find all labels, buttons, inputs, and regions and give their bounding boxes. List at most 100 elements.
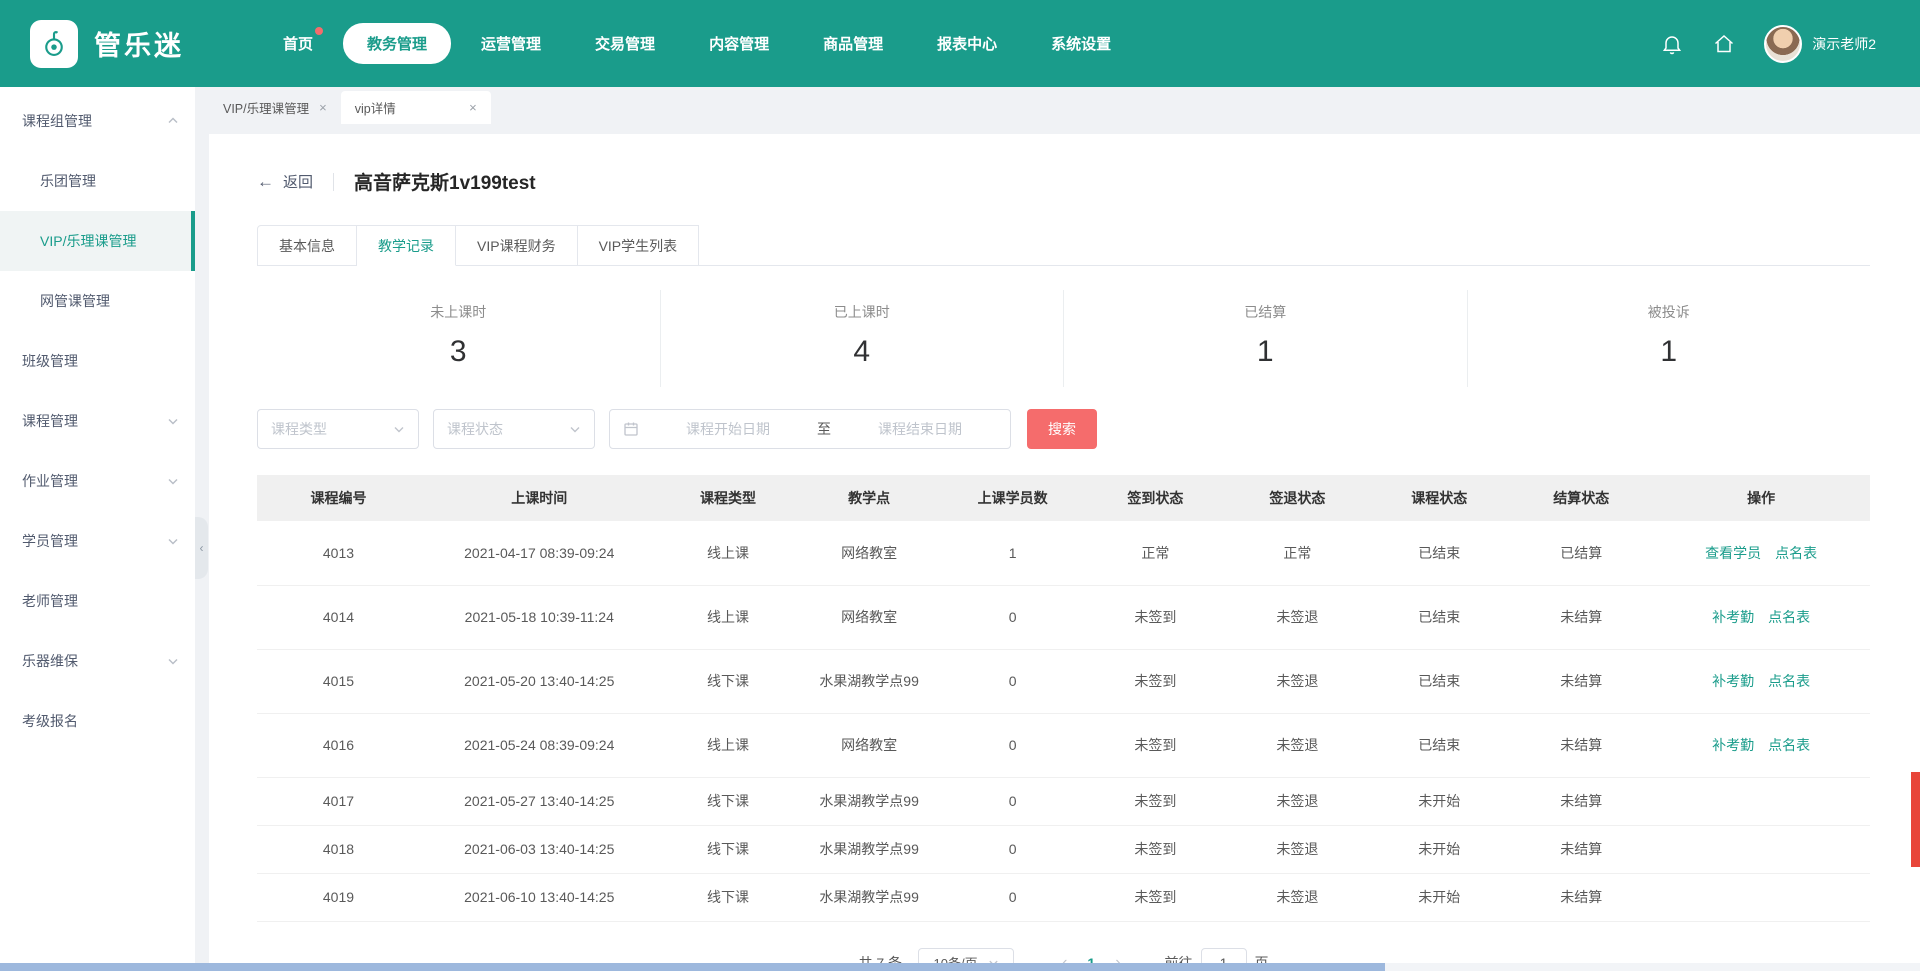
sidebar-item-label: 作业管理	[22, 471, 78, 491]
nav-item-6[interactable]: 商品管理	[799, 23, 907, 64]
user-menu[interactable]: 演示老师2	[1764, 25, 1876, 63]
close-icon[interactable]: ×	[319, 100, 327, 115]
content-area: VIP/乐理课管理×vip详情× ← 返回 高音萨克斯1v199test 基本信…	[195, 87, 1920, 971]
sidebar-item[interactable]: VIP/乐理课管理	[0, 211, 195, 271]
table-cell: 0	[941, 873, 1085, 921]
open-tab[interactable]: VIP/乐理课管理 ×	[209, 91, 341, 124]
action-link-补考勤[interactable]: 补考勤	[1712, 609, 1754, 625]
horizontal-scrollbar-track[interactable]	[0, 963, 1920, 971]
table-cell: 水果湖教学点99	[797, 873, 941, 921]
table-cell: 2021-05-27 13:40-14:25	[420, 777, 659, 825]
table-cell: 未结算	[1510, 585, 1652, 649]
sidebar-item[interactable]: 乐团管理	[0, 151, 195, 211]
table-cell: 未结算	[1510, 777, 1652, 825]
avatar	[1764, 25, 1802, 63]
actions-cell: 补考勤点名表	[1652, 713, 1870, 777]
nav-item-5[interactable]: 内容管理	[685, 23, 793, 64]
nav-item-8[interactable]: 系统设置	[1027, 23, 1135, 64]
action-link-点名表[interactable]: 点名表	[1775, 545, 1817, 561]
nav-item-label: 交易管理	[595, 36, 655, 53]
stat-value: 1	[1468, 335, 1871, 369]
course-status-select[interactable]: 课程状态	[433, 409, 595, 449]
course-type-select[interactable]: 课程类型	[257, 409, 419, 449]
page-title: 高音萨克斯1v199test	[354, 168, 536, 195]
open-tab[interactable]: vip详情×	[341, 91, 491, 124]
nav-item-label: 商品管理	[823, 36, 883, 53]
table-cell: 未签退	[1226, 825, 1368, 873]
table-cell: 网络教室	[797, 585, 941, 649]
table-row: 40162021-05-24 08:39-09:24线上课网络教室0未签到未签退…	[257, 713, 1870, 777]
actions-cell	[1652, 825, 1870, 873]
bell-icon[interactable]	[1660, 32, 1684, 56]
sidebar-item[interactable]: 课程组管理	[0, 91, 195, 151]
sidebar-item[interactable]: 乐器维保	[0, 631, 195, 691]
chevron-down-icon	[569, 423, 581, 435]
sidebar-item[interactable]: 考级报名	[0, 691, 195, 751]
sidebar-item-label: 班级管理	[22, 351, 78, 371]
search-button[interactable]: 搜索	[1027, 409, 1097, 449]
back-label: 返回	[283, 171, 313, 192]
home-icon[interactable]	[1712, 32, 1736, 56]
sidebar: 课程组管理乐团管理VIP/乐理课管理网管课管理班级管理课程管理作业管理学员管理老…	[0, 87, 195, 971]
action-link-补考勤[interactable]: 补考勤	[1712, 737, 1754, 753]
nav-item-4[interactable]: 交易管理	[571, 23, 679, 64]
horizontal-scrollbar-thumb[interactable]	[0, 963, 1385, 971]
action-link-点名表[interactable]: 点名表	[1768, 609, 1810, 625]
chevron-down-icon	[167, 475, 179, 487]
nav-item-7[interactable]: 报表中心	[913, 23, 1021, 64]
stats-row: 未上课时3已上课时4已结算1被投诉1	[257, 290, 1870, 387]
chevron-down-icon	[393, 423, 405, 435]
nav-item-1[interactable]: 首页	[259, 23, 337, 64]
nav-item-3[interactable]: 运营管理	[457, 23, 565, 64]
action-link-补考勤[interactable]: 补考勤	[1712, 673, 1754, 689]
close-icon[interactable]: ×	[469, 100, 477, 115]
open-tab-label: VIP/乐理课管理	[223, 98, 309, 117]
sidebar-item[interactable]: 班级管理	[0, 331, 195, 391]
logo-text: 管乐迷	[94, 24, 184, 63]
open-tabs-bar: VIP/乐理课管理×vip详情×	[195, 87, 1920, 124]
sidebar-item-label: 学员管理	[22, 531, 78, 551]
detail-card: ← 返回 高音萨克斯1v199test 基本信息教学记录VIP课程财务VIP学生…	[209, 134, 1920, 971]
table-cell: 未签到	[1084, 873, 1226, 921]
table-cell: 2021-04-17 08:39-09:24	[420, 521, 659, 585]
sidebar-item[interactable]: 课程管理	[0, 391, 195, 451]
table-cell: 正常	[1084, 521, 1226, 585]
table-cell: 未签退	[1226, 649, 1368, 713]
tab-基本信息[interactable]: 基本信息	[257, 225, 357, 266]
sidebar-item[interactable]: 学员管理	[0, 511, 195, 571]
sidebar-item-label: 课程组管理	[22, 111, 92, 131]
tab-VIP课程财务[interactable]: VIP课程财务	[456, 225, 578, 266]
table-cell: 4014	[257, 585, 420, 649]
table-cell: 水果湖教学点99	[797, 649, 941, 713]
stat-block: 已上课时4	[661, 290, 1065, 387]
table-cell: 4019	[257, 873, 420, 921]
tab-VIP学生列表[interactable]: VIP学生列表	[578, 225, 700, 266]
back-button[interactable]: ← 返回	[257, 171, 313, 192]
column-header: 课程状态	[1368, 475, 1510, 521]
sidebar-collapse-handle[interactable]: ‹	[195, 517, 208, 579]
table-row: 40182021-06-03 13:40-14:25线下课水果湖教学点990未签…	[257, 825, 1870, 873]
table-cell: 未开始	[1368, 777, 1510, 825]
app-logo[interactable]: 管乐迷	[30, 20, 245, 68]
tab-教学记录[interactable]: 教学记录	[357, 225, 456, 266]
user-name: 演示老师2	[1812, 34, 1876, 54]
sidebar-item-label: 乐器维保	[22, 651, 78, 671]
sidebar-item[interactable]: 老师管理	[0, 571, 195, 631]
date-end-input[interactable]: 课程结束日期	[843, 419, 997, 439]
table-cell: 4017	[257, 777, 420, 825]
nav-item-label: 报表中心	[937, 36, 997, 53]
sidebar-item[interactable]: 网管课管理	[0, 271, 195, 331]
nav-item-2[interactable]: 教务管理	[343, 23, 451, 64]
sidebar-item-label: 考级报名	[22, 711, 78, 731]
sidebar-item[interactable]: 作业管理	[0, 451, 195, 511]
action-link-查看学员[interactable]: 查看学员	[1705, 545, 1761, 561]
vertical-scrollbar-thumb[interactable]	[1911, 772, 1920, 867]
notification-dot	[315, 27, 323, 35]
action-link-点名表[interactable]: 点名表	[1768, 737, 1810, 753]
table-cell: 未签退	[1226, 585, 1368, 649]
stat-value: 4	[661, 335, 1064, 369]
date-range-picker[interactable]: 课程开始日期 至 课程结束日期	[609, 409, 1011, 449]
action-link-点名表[interactable]: 点名表	[1768, 673, 1810, 689]
date-start-input[interactable]: 课程开始日期	[651, 419, 805, 439]
logo-icon	[30, 20, 78, 68]
